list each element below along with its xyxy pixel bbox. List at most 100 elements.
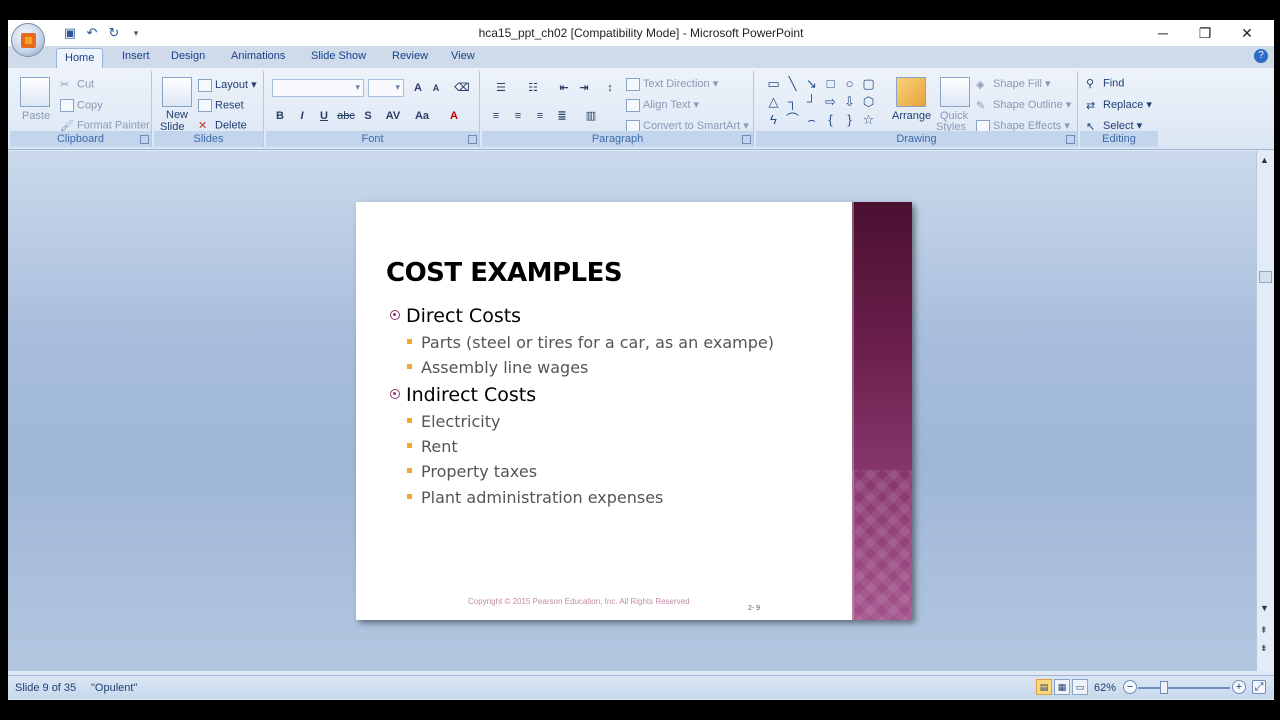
drawing-launcher-icon[interactable] bbox=[1066, 135, 1075, 144]
next-slide-icon[interactable]: ⇟ bbox=[1260, 643, 1268, 654]
align-text-button[interactable]: Align Text ▾ bbox=[626, 98, 699, 112]
tab-review[interactable]: Review bbox=[392, 50, 428, 62]
shape-outline-button[interactable]: ✎ Shape Outline ▾ bbox=[976, 98, 1071, 112]
normal-view-icon[interactable]: ▤ bbox=[1036, 679, 1052, 695]
bullet-level2[interactable]: Rent bbox=[407, 437, 458, 456]
textbox-shape-icon[interactable]: ▭ bbox=[764, 75, 783, 93]
new-slide-icon[interactable] bbox=[162, 77, 192, 107]
bullet-level2[interactable]: Property taxes bbox=[407, 462, 537, 481]
grow-font-button[interactable]: A bbox=[408, 79, 428, 97]
slide-workspace[interactable]: COST EXAMPLES Direct Costs Parts (steel … bbox=[8, 151, 1256, 671]
align-center-icon[interactable]: ≡ bbox=[508, 107, 528, 125]
paste-button[interactable]: Paste bbox=[22, 110, 50, 122]
replace-button[interactable]: ⇄ Replace ▾ bbox=[1086, 98, 1152, 112]
rounded-rect-shape-icon[interactable]: ▢ bbox=[859, 75, 878, 93]
change-case-button[interactable]: Aa bbox=[410, 107, 434, 125]
fit-to-window-icon[interactable]: ⤢ bbox=[1252, 680, 1266, 694]
scroll-up-icon[interactable]: ▲ bbox=[1260, 155, 1269, 165]
paragraph-launcher-icon[interactable] bbox=[742, 135, 751, 144]
bullet-level1[interactable]: Indirect Costs bbox=[390, 384, 536, 406]
columns-icon[interactable]: ▥ bbox=[578, 107, 604, 125]
font-size-select[interactable] bbox=[368, 79, 404, 97]
save-icon[interactable]: ▣ bbox=[62, 25, 78, 41]
increase-indent-icon[interactable]: ⇥ bbox=[574, 79, 594, 97]
bullet-level2[interactable]: Assembly line wages bbox=[407, 358, 588, 377]
slide-sorter-view-icon[interactable]: ▦ bbox=[1054, 679, 1070, 695]
down-arrow-shape-icon[interactable]: ⇩ bbox=[840, 93, 859, 111]
shapes-gallery[interactable]: ▭ ╲ ↘ □ ○ ▢ △ ┐ ┘ ⇨ ⇩ ⬡ ϟ ⌒ ⌢{} ☆ bbox=[764, 75, 884, 129]
font-family-select[interactable] bbox=[272, 79, 364, 97]
clipboard-launcher-icon[interactable] bbox=[140, 135, 149, 144]
undo-icon[interactable]: ↶ bbox=[84, 25, 100, 41]
bullet-level1[interactable]: Direct Costs bbox=[390, 305, 521, 327]
restore-button[interactable]: ❐ bbox=[1184, 22, 1226, 44]
zoom-out-icon[interactable]: − bbox=[1123, 680, 1137, 694]
line-shape-icon[interactable]: ╲ bbox=[783, 75, 802, 93]
vertical-scrollbar[interactable]: ▲ ▼ ⇞ ⇟ bbox=[1256, 151, 1274, 671]
arrow-line-shape-icon[interactable]: ↘ bbox=[802, 75, 821, 93]
clear-format-icon[interactable]: ⌫ bbox=[452, 79, 472, 97]
line-spacing-icon[interactable]: ↕ bbox=[600, 79, 620, 97]
slide-title[interactable]: COST EXAMPLES bbox=[386, 258, 623, 288]
previous-slide-icon[interactable]: ⇞ bbox=[1260, 625, 1268, 636]
elbow-arrow-icon[interactable]: ┘ bbox=[802, 93, 821, 111]
rectangle-shape-icon[interactable]: □ bbox=[821, 75, 840, 93]
scroll-down-icon[interactable]: ▼ bbox=[1260, 603, 1269, 613]
right-arrow-shape-icon[interactable]: ⇨ bbox=[821, 93, 840, 111]
bullet-level2[interactable]: Plant administration expenses bbox=[407, 488, 663, 507]
decrease-indent-icon[interactable]: ⇤ bbox=[554, 79, 574, 97]
tab-design[interactable]: Design bbox=[171, 50, 205, 62]
right-brace-shape-icon[interactable]: } bbox=[840, 111, 859, 129]
slide-show-view-icon[interactable]: ▭ bbox=[1072, 679, 1088, 695]
arrange-button[interactable]: Arrange bbox=[892, 110, 931, 122]
curve-shape-icon[interactable]: ⌒ bbox=[783, 111, 802, 129]
underline-button[interactable]: U bbox=[314, 107, 334, 125]
layout-button[interactable]: Layout ▾ bbox=[198, 78, 257, 92]
lightning-shape-icon[interactable]: ϟ bbox=[764, 111, 783, 129]
shadow-button[interactable]: S bbox=[358, 107, 378, 125]
shrink-font-button[interactable]: A bbox=[426, 79, 446, 97]
customize-qat-icon[interactable]: ▾ bbox=[128, 25, 144, 41]
triangle-shape-icon[interactable]: △ bbox=[764, 93, 783, 111]
italic-button[interactable]: I bbox=[292, 107, 312, 125]
zoom-level[interactable]: 62% bbox=[1094, 682, 1116, 694]
star-shape-icon[interactable]: ☆ bbox=[859, 111, 878, 129]
text-direction-button[interactable]: Text Direction ▾ bbox=[626, 77, 718, 91]
hexagon-shape-icon[interactable]: ⬡ bbox=[859, 93, 878, 111]
arc-shape-icon[interactable]: ⌢ bbox=[802, 111, 821, 129]
font-color-button[interactable]: A bbox=[444, 107, 464, 125]
zoom-slider-thumb[interactable] bbox=[1160, 681, 1168, 694]
scroll-thumb[interactable] bbox=[1259, 271, 1272, 283]
character-spacing-button[interactable]: AV bbox=[380, 107, 406, 125]
font-launcher-icon[interactable] bbox=[468, 135, 477, 144]
minimize-button[interactable]: ─ bbox=[1142, 22, 1184, 44]
tab-view[interactable]: View bbox=[451, 50, 475, 62]
find-button[interactable]: ⚲ Find bbox=[1086, 77, 1124, 90]
office-button[interactable] bbox=[11, 23, 45, 57]
reset-button[interactable]: Reset bbox=[198, 99, 244, 112]
oval-shape-icon[interactable]: ○ bbox=[840, 75, 859, 93]
zoom-slider[interactable] bbox=[1138, 687, 1230, 689]
close-button[interactable]: ✕ bbox=[1226, 22, 1268, 44]
tab-home[interactable]: Home bbox=[56, 48, 104, 68]
tab-insert[interactable]: Insert bbox=[122, 50, 150, 62]
quick-styles-icon[interactable] bbox=[940, 77, 970, 107]
justify-icon[interactable]: ≣ bbox=[552, 107, 572, 125]
elbow-connector-icon[interactable]: ┐ bbox=[783, 93, 802, 111]
cut-button[interactable]: ✂ Cut bbox=[60, 78, 94, 91]
new-slide-button[interactable]: New bbox=[166, 109, 188, 121]
bold-button[interactable]: B bbox=[270, 107, 290, 125]
bullets-icon[interactable]: ☰ bbox=[486, 79, 516, 97]
redo-icon[interactable]: ↻ bbox=[106, 25, 122, 41]
bullet-level2[interactable]: Parts (steel or tires for a car, as an e… bbox=[407, 333, 774, 352]
slide-canvas[interactable]: COST EXAMPLES Direct Costs Parts (steel … bbox=[356, 202, 912, 620]
arrange-icon[interactable] bbox=[896, 77, 926, 107]
tab-animations[interactable]: Animations bbox=[231, 50, 285, 62]
copy-button[interactable]: Copy bbox=[60, 99, 103, 112]
zoom-in-icon[interactable]: + bbox=[1232, 680, 1246, 694]
bullet-level2[interactable]: Electricity bbox=[407, 412, 500, 431]
align-left-icon[interactable]: ≡ bbox=[486, 107, 506, 125]
left-brace-shape-icon[interactable]: { bbox=[821, 111, 840, 129]
strikethrough-button[interactable]: abc bbox=[336, 107, 356, 125]
paste-icon[interactable] bbox=[20, 77, 50, 107]
